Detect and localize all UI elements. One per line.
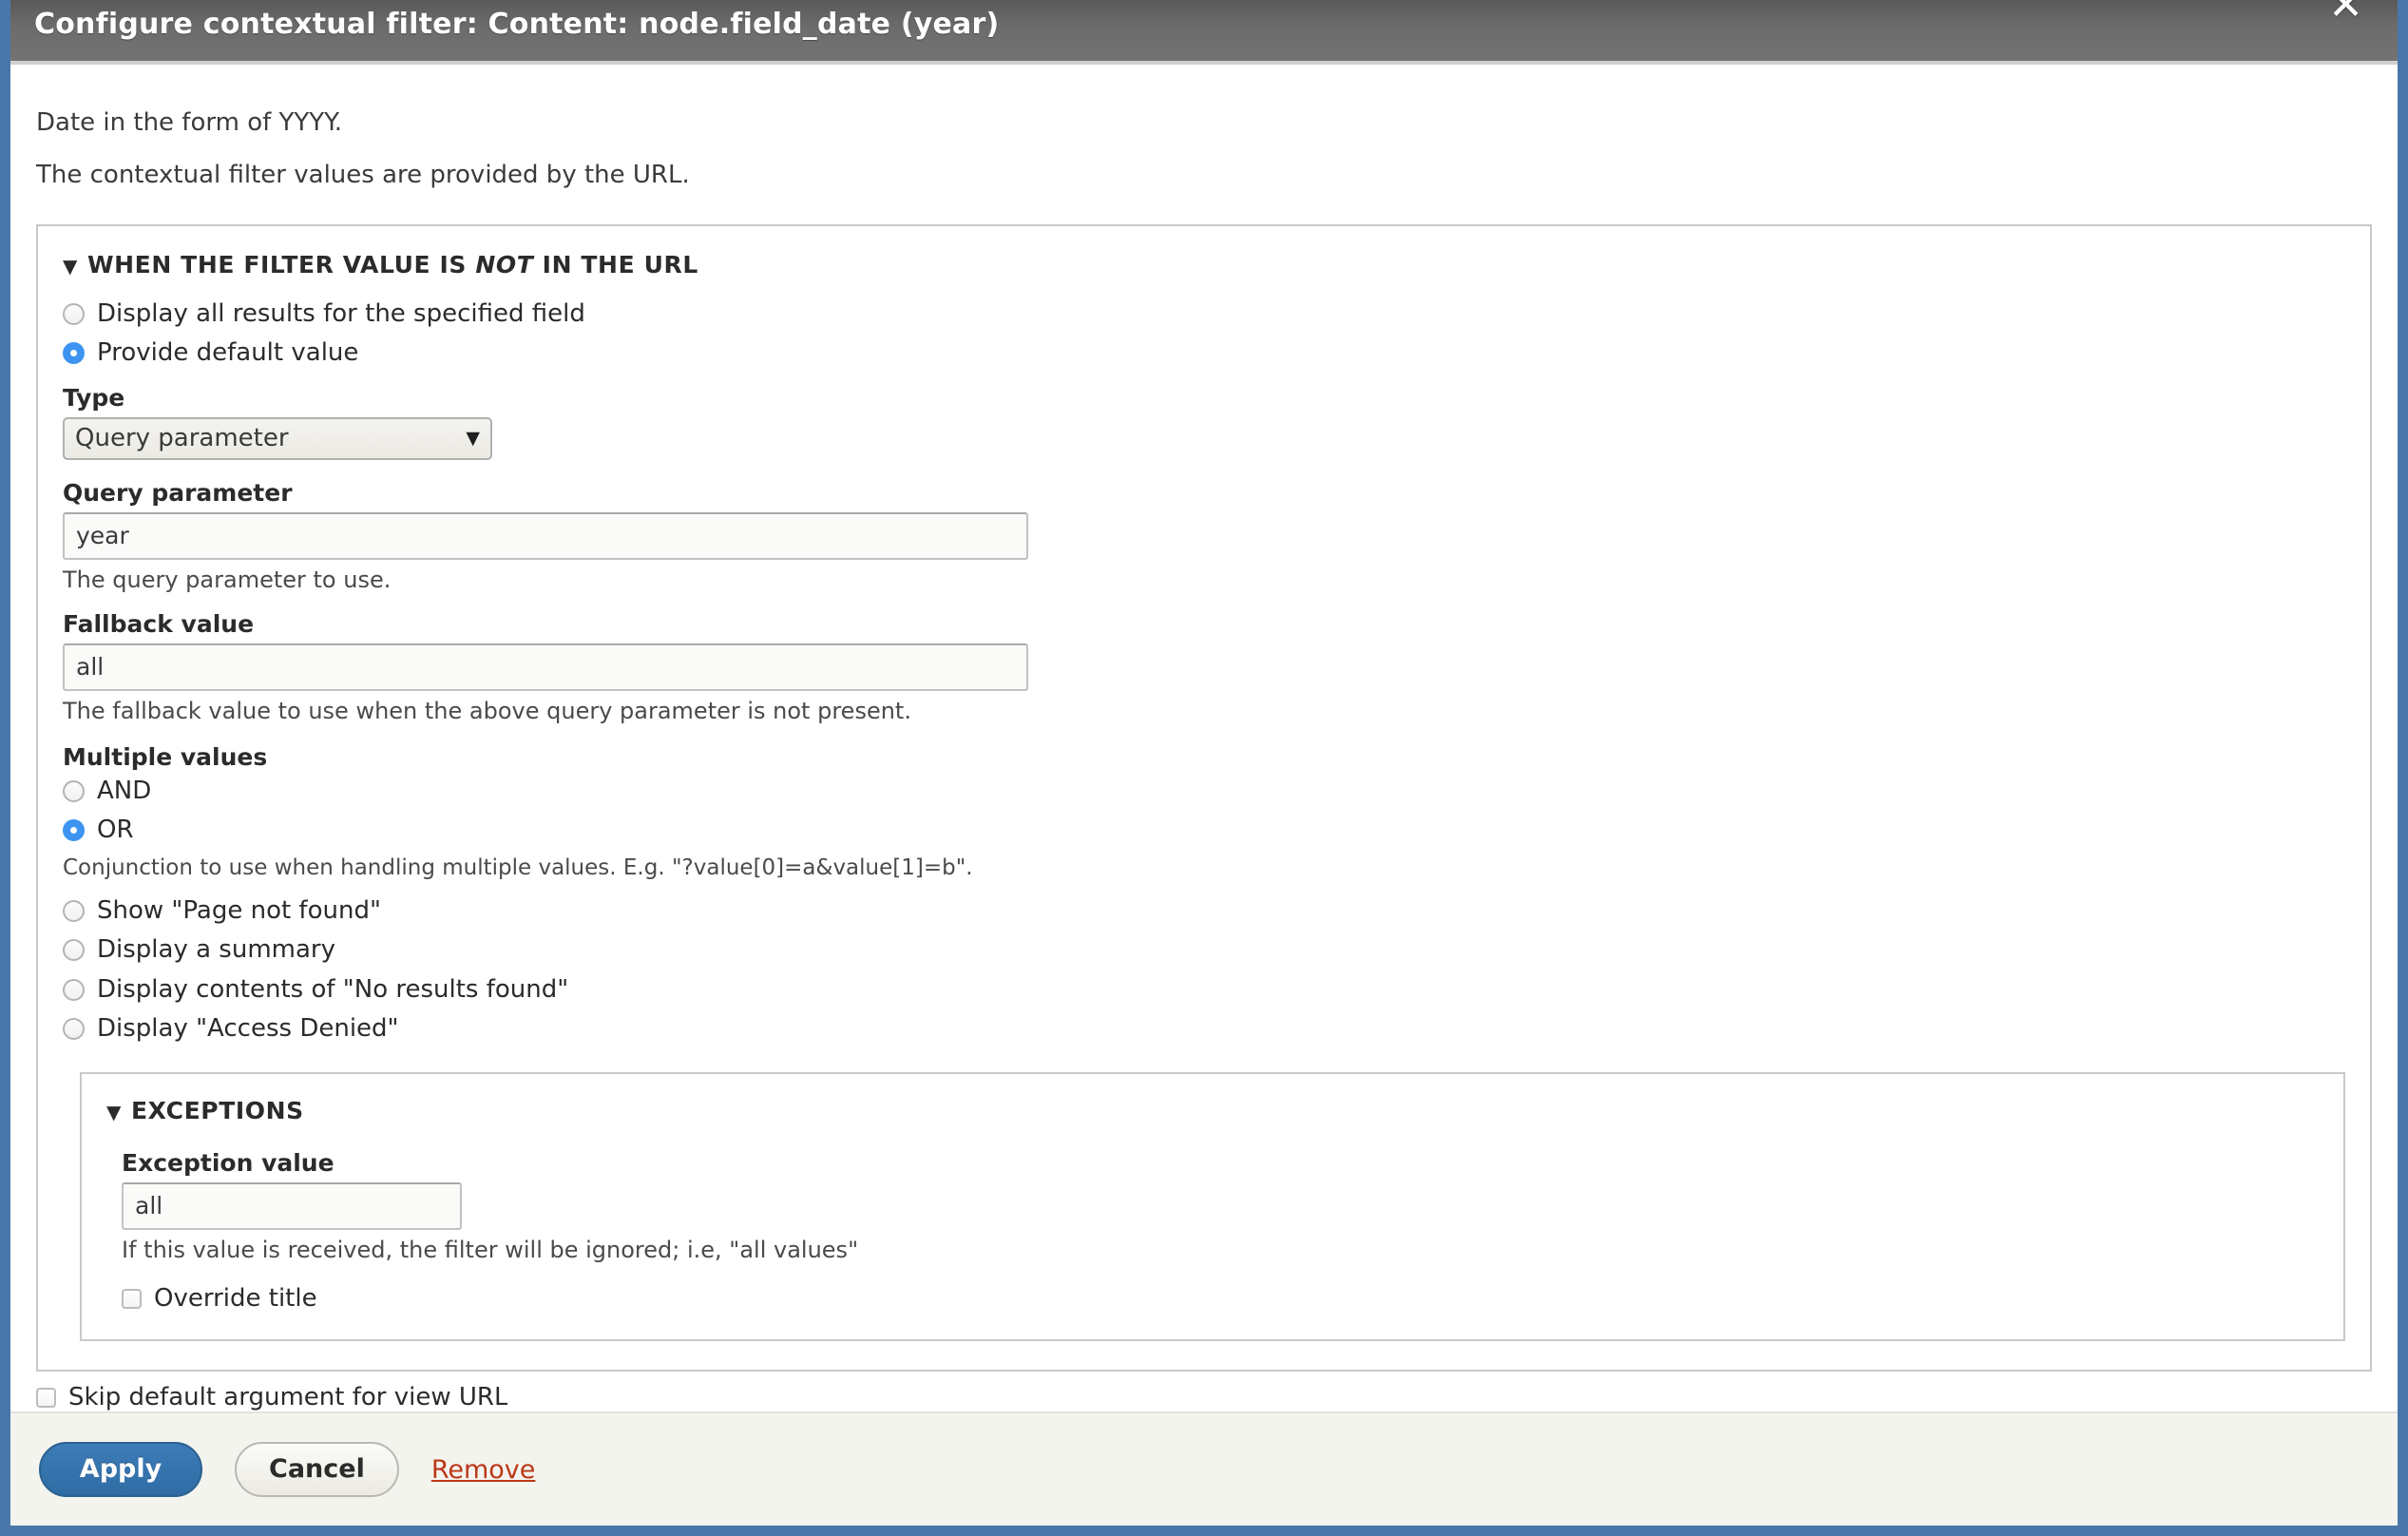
radio-show-page-not-found[interactable] (63, 900, 85, 923)
check-row-skip-default-argument[interactable]: Skip default argument for view URL (36, 1383, 507, 1411)
exception-value-form-item: Exception value If this value is receive… (122, 1149, 2319, 1265)
when-filter-value-not-in-url-content: Display all results for the specified fi… (38, 278, 2370, 1370)
radio-row-and[interactable]: AND (63, 777, 2345, 806)
legend-suffix: IN THE URL (533, 251, 698, 279)
checkbox-override-title[interactable] (122, 1288, 142, 1309)
fallback-value-label: Fallback value (63, 609, 255, 638)
apply-button[interactable]: Apply (39, 1442, 202, 1497)
radio-display-no-results-found[interactable] (63, 978, 85, 1001)
query-parameter-form-item: Query parameter The query parameter to u… (63, 479, 2345, 595)
radio-label-display-all-results[interactable]: Display all results for the specified fi… (97, 299, 585, 329)
legend-prefix: WHEN THE FILTER VALUE IS (86, 251, 476, 279)
exception-value-input[interactable] (122, 1181, 462, 1230)
radio-label-display-no-results-found[interactable]: Display contents of "No results found" (97, 975, 568, 1005)
radio-and[interactable] (63, 780, 85, 803)
radio-or[interactable] (63, 819, 85, 842)
intro-text-format: Date in the form of YYYY. (36, 108, 343, 137)
radio-display-access-denied[interactable] (63, 1017, 85, 1040)
fallback-value-form-item: Fallback value The fallback value to use… (63, 610, 2345, 726)
query-parameter-help: The query parameter to use. (63, 566, 392, 593)
when-filter-value-not-in-url-legend[interactable]: ▼ WHEN THE FILTER VALUE IS NOT IN THE UR… (38, 226, 2370, 278)
radio-display-all-results[interactable] (63, 303, 85, 326)
fallback-value-input[interactable] (63, 643, 1028, 691)
radio-label-display-a-summary[interactable]: Display a summary (97, 935, 335, 965)
radio-display-a-summary[interactable] (63, 939, 85, 962)
radio-provide-default-value[interactable] (63, 342, 85, 365)
type-select[interactable]: Query parameter (63, 416, 492, 460)
close-icon[interactable]: ✕ (2328, 0, 2363, 27)
check-row-override-title[interactable]: Override title (122, 1284, 2319, 1313)
collapse-arrow-icon: ▼ (106, 1100, 122, 1123)
collapse-arrow-icon: ▼ (63, 255, 78, 278)
radio-label-or[interactable]: OR (97, 816, 134, 845)
dialog-body: Date in the form of YYYY. The contextual… (10, 65, 2398, 1411)
exceptions-content: Exception value If this value is receive… (82, 1124, 2343, 1339)
type-label: Type (63, 383, 125, 412)
type-form-item: Type Query parameter ▼ (63, 384, 2345, 464)
checkbox-label-override-title[interactable]: Override title (154, 1284, 317, 1313)
when-filter-value-not-in-url-panel: ▼ WHEN THE FILTER VALUE IS NOT IN THE UR… (36, 224, 2372, 1373)
cancel-button[interactable]: Cancel (235, 1442, 399, 1497)
dialog-footer: Apply Cancel Remove (10, 1411, 2398, 1526)
radio-row-or[interactable]: OR (63, 816, 2345, 845)
radio-row-display-all-results[interactable]: Display all results for the specified fi… (63, 299, 2345, 329)
radio-row-provide-default-value[interactable]: Provide default value (63, 338, 2345, 368)
dialog-titlebar: Configure contextual filter: Content: no… (10, 0, 2398, 65)
radio-row-display-a-summary[interactable]: Display a summary (63, 935, 2345, 965)
exceptions-legend-text: EXCEPTIONS (130, 1096, 304, 1124)
dialog-title: Configure contextual filter: Content: no… (34, 7, 1000, 41)
skip-default-argument-row-partial: Skip default argument for view URL (36, 1383, 507, 1411)
checkbox-label-skip-default-argument[interactable]: Skip default argument for view URL (68, 1383, 507, 1411)
exceptions-panel: ▼ EXCEPTIONS Exception value If this val… (80, 1071, 2345, 1342)
intro-text-source: The contextual filter values are provide… (36, 161, 690, 190)
query-parameter-input[interactable] (63, 511, 1028, 560)
multiple-values-help: Conjunction to use when handling multipl… (63, 855, 973, 881)
exception-value-label: Exception value (122, 1148, 334, 1177)
radio-label-provide-default-value[interactable]: Provide default value (97, 338, 358, 368)
configure-contextual-filter-dialog: Configure contextual filter: Content: no… (0, 0, 2408, 1536)
legend-text: WHEN THE FILTER VALUE IS NOT IN THE URL (87, 251, 698, 278)
radio-row-show-page-not-found[interactable]: Show "Page not found" (63, 896, 2345, 926)
query-parameter-label: Query parameter (63, 478, 293, 507)
fallback-value-help: The fallback value to use when the above… (63, 697, 911, 724)
exception-value-help: If this value is received, the filter wi… (122, 1236, 859, 1263)
multiple-values-label: Multiple values (63, 742, 268, 771)
radio-label-show-page-not-found[interactable]: Show "Page not found" (97, 896, 381, 926)
checkbox-skip-default-argument[interactable] (36, 1387, 56, 1408)
exceptions-legend[interactable]: ▼ EXCEPTIONS (82, 1074, 2343, 1124)
type-select-wrapper[interactable]: Query parameter ▼ (63, 416, 492, 460)
radio-row-display-no-results-found[interactable]: Display contents of "No results found" (63, 975, 2345, 1005)
radio-label-display-access-denied[interactable]: Display "Access Denied" (97, 1014, 399, 1044)
radio-row-display-access-denied[interactable]: Display "Access Denied" (63, 1014, 2345, 1044)
radio-label-and[interactable]: AND (97, 777, 151, 806)
remaining-options-group: Show "Page not found" Display a summary … (63, 896, 2345, 1044)
legend-emphasis: NOT (475, 251, 534, 279)
remove-link[interactable]: Remove (431, 1455, 536, 1485)
